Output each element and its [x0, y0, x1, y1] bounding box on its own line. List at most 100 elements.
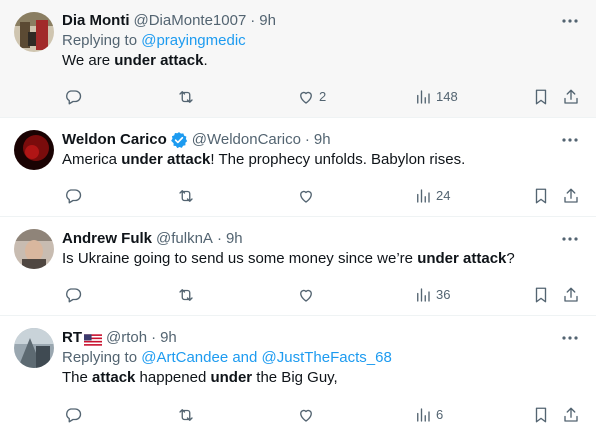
verified-icon	[170, 132, 187, 149]
retweet-button[interactable]	[177, 405, 199, 425]
user-handle[interactable]: @fulknA	[156, 229, 213, 249]
separator-dot: ·	[216, 230, 222, 247]
user-handle[interactable]: @rtoh	[106, 328, 147, 348]
tweet[interactable]: Weldon Carico @WeldonCarico · 9h America…	[0, 118, 596, 217]
replying-prefix: Replying to	[62, 349, 142, 366]
us-flag-emoji	[84, 332, 102, 346]
share-button[interactable]	[562, 186, 580, 206]
display-name[interactable]: RT	[62, 328, 82, 348]
tweet[interactable]: RT @rtoh · 9h Replying to @ArtCandee and…	[0, 316, 596, 440]
more-icon	[562, 138, 578, 142]
tweet[interactable]: Andrew Fulk @fulknA · 9h Is Ukraine goin…	[0, 217, 596, 316]
avatar-image	[14, 12, 54, 52]
share-button[interactable]	[562, 87, 580, 107]
views-button[interactable]: 6	[414, 405, 443, 425]
text-segment-bold: under attack	[417, 250, 507, 267]
reply-icon	[66, 288, 82, 303]
views-icon	[417, 288, 430, 302]
reply-button[interactable]	[64, 285, 86, 305]
user-handle[interactable]: @DiaMonte1007	[134, 11, 247, 31]
bookmark-icon	[535, 188, 547, 204]
display-name[interactable]: Andrew Fulk	[62, 229, 152, 249]
mention-link[interactable]: @prayingmedic	[141, 32, 245, 49]
tweet-text: The attack happened under the Big Guy,	[62, 368, 582, 388]
action-bar: 6	[62, 405, 582, 425]
avatar[interactable]	[14, 12, 54, 52]
replying-to: Replying to @prayingmedic	[62, 31, 582, 51]
action-bar: 2 148	[62, 87, 582, 107]
views-button[interactable]: 36	[414, 285, 450, 305]
retweet-button[interactable]	[177, 87, 199, 107]
like-icon	[300, 289, 312, 302]
display-name[interactable]: Weldon Carico	[62, 130, 167, 150]
timestamp[interactable]: 9h	[314, 130, 331, 150]
like-button[interactable]	[297, 186, 319, 206]
avatar-image	[14, 229, 54, 269]
more-options-button[interactable]	[558, 229, 582, 249]
like-icon	[300, 190, 312, 203]
tweet-feed: Dia Monti @DiaMonte1007 · 9h Replying to…	[0, 0, 596, 440]
like-button[interactable]: 2	[297, 87, 326, 107]
reply-button[interactable]	[64, 87, 86, 107]
bookmark-button[interactable]	[532, 285, 550, 305]
like-button[interactable]	[297, 405, 319, 425]
replying-prefix: Replying to	[62, 32, 142, 49]
views-button[interactable]: 148	[414, 87, 458, 107]
retweet-button[interactable]	[177, 186, 199, 206]
more-icon	[562, 237, 578, 241]
text-segment: Is Ukraine going to send us some money s…	[62, 250, 418, 267]
views-count: 148	[436, 89, 458, 104]
retweet-icon	[179, 190, 193, 202]
avatar[interactable]	[14, 328, 54, 368]
text-segment: We are	[62, 52, 115, 69]
reply-button[interactable]	[64, 405, 86, 425]
views-count: 24	[436, 188, 451, 203]
more-icon	[562, 336, 578, 340]
separator-dot: ·	[304, 131, 310, 148]
timestamp[interactable]: 9h	[226, 229, 243, 249]
text-segment-bold: under attack	[121, 151, 211, 168]
views-count: 6	[436, 407, 444, 422]
replying-to: Replying to @ArtCandee and @JustTheFacts…	[62, 348, 582, 368]
bookmark-button[interactable]	[532, 405, 550, 425]
like-icon	[300, 91, 312, 104]
bookmark-button[interactable]	[532, 186, 550, 206]
reply-button[interactable]	[64, 186, 86, 206]
mention-link[interactable]: @ArtCandee and @JustTheFacts_68	[141, 349, 392, 366]
reply-icon	[66, 90, 82, 105]
text-segment: ! The prophecy unfolds. Babylon rises.	[210, 151, 466, 168]
separator-dot: ·	[250, 12, 256, 29]
us-flag-icon	[84, 334, 102, 346]
timestamp[interactable]: 9h	[259, 11, 276, 31]
views-button[interactable]: 24	[414, 186, 450, 206]
more-options-button[interactable]	[558, 328, 582, 348]
text-segment: the Big Guy,	[252, 369, 338, 386]
like-icon	[300, 409, 312, 422]
like-count: 2	[319, 89, 327, 104]
text-segment-bold: under	[210, 369, 253, 386]
user-handle[interactable]: @WeldonCarico	[192, 130, 301, 150]
bookmark-icon	[535, 407, 547, 423]
share-icon	[564, 287, 578, 302]
bookmark-button[interactable]	[532, 87, 550, 107]
text-segment: ?	[506, 250, 515, 267]
tweet-text: Is Ukraine going to send us some money s…	[62, 249, 582, 269]
retweet-button[interactable]	[177, 285, 199, 305]
text-segment-bold: under attack	[114, 52, 204, 69]
text-segment: happened	[135, 369, 211, 386]
share-button[interactable]	[562, 285, 580, 305]
share-button[interactable]	[562, 405, 580, 425]
views-icon	[417, 189, 430, 203]
avatar[interactable]	[14, 229, 54, 269]
display-name[interactable]: Dia Monti	[62, 11, 130, 31]
tweet[interactable]: Dia Monti @DiaMonte1007 · 9h Replying to…	[0, 0, 596, 118]
avatar[interactable]	[14, 130, 54, 170]
timestamp[interactable]: 9h	[160, 328, 177, 348]
like-button[interactable]	[297, 285, 319, 305]
more-options-button[interactable]	[558, 11, 582, 31]
action-bar: 36	[62, 285, 582, 305]
verified-badge	[170, 131, 188, 149]
avatar-image	[14, 328, 54, 368]
more-options-button[interactable]	[558, 130, 582, 150]
text-segment: The	[62, 369, 93, 386]
